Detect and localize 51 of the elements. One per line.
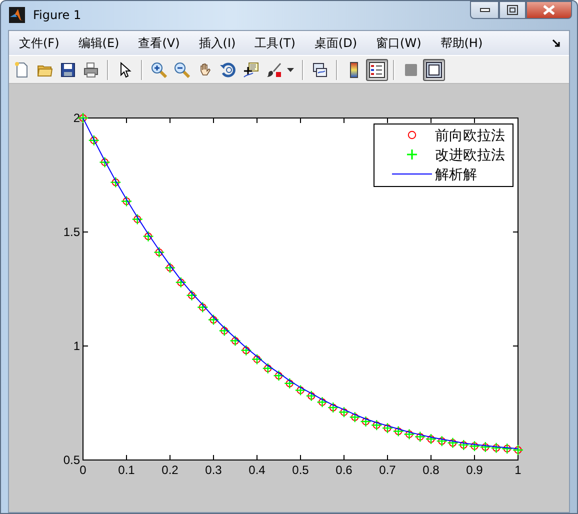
y-tick-label: 1 (73, 339, 80, 353)
x-tick-label: 0.2 (162, 463, 178, 477)
window-title: Figure 1 (33, 8, 82, 22)
maximize-button[interactable] (499, 1, 526, 19)
caret-icon[interactable] (287, 68, 294, 72)
brush-icon (266, 62, 282, 78)
printer-icon (83, 62, 99, 78)
legend-plus-marker (406, 148, 418, 160)
rotate-icon (220, 62, 236, 78)
x-tick-label: 0.3 (205, 463, 222, 477)
x-tick-label: 0.8 (422, 463, 440, 477)
minimize-button[interactable] (470, 1, 499, 19)
x-tick-label: 0.5 (292, 463, 309, 477)
toolbar-button[interactable] (366, 58, 388, 80)
x-tick-label: 0.9 (466, 463, 483, 477)
menu-item[interactable]: 帮助(H) (434, 32, 491, 54)
y-tick-label: 0.5 (63, 453, 80, 467)
x-tick-label: 0 (80, 463, 86, 477)
x-tick-label: 1 (514, 463, 522, 477)
new-file-icon (14, 62, 30, 78)
menu-item[interactable]: 查看(V) (132, 32, 188, 54)
window-panes-icon (426, 62, 442, 78)
data-cursor-icon (243, 62, 259, 78)
menu-item[interactable]: 编辑(E) (72, 32, 128, 54)
linked-plots-icon (312, 62, 328, 78)
legend-label: 解析解 (435, 167, 477, 183)
toolbar-button[interactable] (423, 58, 445, 80)
legend-label: 改进欧拉法 (435, 148, 505, 164)
x-tick-label: 0.1 (118, 463, 135, 477)
x-tick-label: 0.6 (336, 463, 352, 477)
matlab-logo-icon (9, 7, 25, 23)
x-tick-label: 0.4 (248, 463, 266, 477)
close-button[interactable] (526, 1, 572, 19)
menu-item[interactable]: 桌面(D) (308, 32, 366, 54)
dock-arrow-icon[interactable] (552, 38, 561, 48)
menu-item[interactable]: 文件(F) (13, 32, 68, 54)
legend-label: 前向欧拉法 (435, 128, 505, 144)
legend-icon (369, 62, 385, 78)
zoom-out-icon (174, 62, 190, 78)
y-tick-label: 2 (73, 111, 80, 125)
maximize-icon (507, 5, 518, 15)
square-icon (403, 62, 419, 78)
minimize-icon (480, 8, 490, 12)
legend-circle-marker (408, 130, 416, 140)
menu-item[interactable]: 插入(I) (192, 32, 244, 54)
menu-item[interactable]: 工具(T) (248, 32, 304, 54)
menu-item[interactable]: 窗口(W) (370, 32, 430, 54)
x-tick-label: 0.7 (379, 463, 396, 477)
y-tick-label: 1.5 (63, 225, 80, 239)
zoom-in-icon (151, 62, 167, 78)
close-icon (543, 5, 555, 15)
